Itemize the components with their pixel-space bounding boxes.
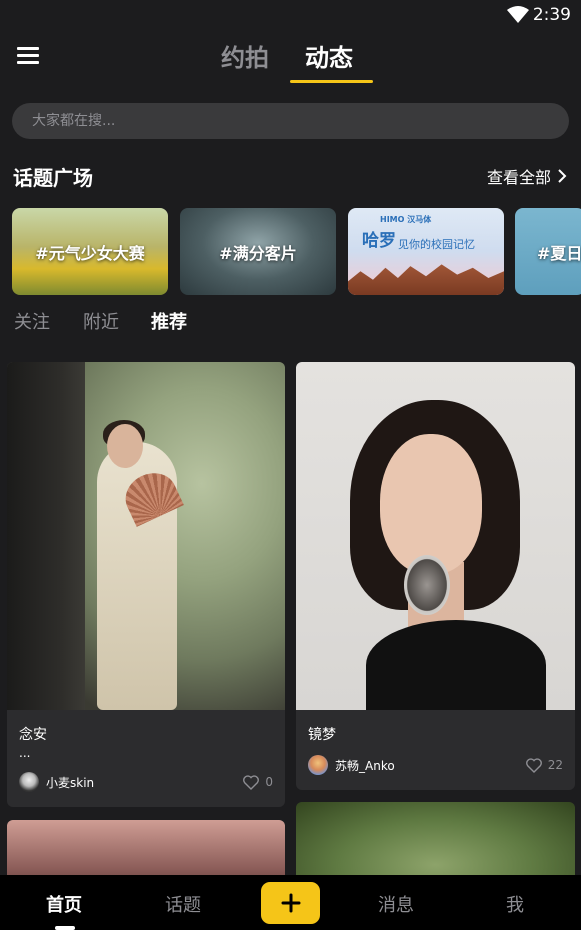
view-all-label: 查看全部 [486,168,551,187]
post-feed: 念安 ... 小麦skin 0 镜梦 苏畅_Anko 22 [0,362,581,875]
search-bar [12,103,569,139]
topic-banner-illustration [348,264,504,295]
author-name[interactable]: 小麦skin [46,774,243,791]
view-all-link[interactable]: 查看全部 [487,164,569,188]
tab-following[interactable]: 关注 [14,308,50,334]
avatar[interactable] [308,755,328,775]
search-input[interactable] [12,103,569,139]
bottom-nav: 首页 话题 消息 我 [0,875,581,930]
topic-banner-subline: 见你的校园记忆 [398,238,475,251]
post-info: 镜梦 [296,710,575,744]
nav-messages[interactable]: 消息 [378,891,414,917]
post-image [296,362,575,710]
topic-label: #元气少女大赛 [35,244,145,263]
tab-recommended[interactable]: 推荐 [151,308,187,334]
post-card[interactable]: 镜梦 苏畅_Anko 22 [296,362,575,790]
post-image [7,820,285,875]
chevron-right-icon [558,169,567,183]
active-tab-indicator [290,80,373,83]
topic-label: #满分客片 [219,244,297,263]
status-time: 2:39 [532,5,571,25]
nav-me[interactable]: 我 [506,891,524,917]
topic-banner-brand: HIMO 汉马体 [380,215,432,224]
post-info: 念安 ... [7,710,285,760]
nav-home[interactable]: 首页 [46,891,82,917]
tab-appointment[interactable]: 约拍 [221,38,269,73]
tab-nearby[interactable]: 附近 [83,308,119,334]
topic-carousel: #元气少女大赛 #满分客片 HIMO 汉马体 哈罗 见你的校园记忆 #夏日 [12,208,581,295]
topic-card[interactable]: #元气少女大赛 [12,208,168,295]
post-description: ... [19,746,31,760]
like-count: 0 [265,775,273,789]
nav-topics[interactable]: 话题 [165,891,201,917]
post-card[interactable] [296,802,575,875]
author-name[interactable]: 苏畅_Anko [335,757,526,774]
active-nav-indicator [55,926,75,930]
wifi-icon [507,6,529,23]
top-tabs: 约拍 动态 [0,36,581,86]
add-post-button[interactable] [261,882,320,924]
plus-icon [281,893,300,913]
post-meta: 小麦skin 0 [19,772,273,792]
heart-icon[interactable] [243,774,260,790]
topic-banner-headline: 哈罗 [362,231,396,251]
topic-card[interactable]: #满分客片 [180,208,336,295]
feed-tabs: 关注 附近 推荐 [0,308,581,338]
post-title: 念安 [19,727,47,743]
avatar[interactable] [19,772,39,792]
post-card[interactable]: 念安 ... 小麦skin 0 [7,362,285,807]
topics-section-title: 话题广场 [13,166,93,190]
topic-label: #夏日 [537,244,581,263]
heart-icon[interactable] [525,757,542,773]
post-image [7,362,285,710]
post-card[interactable] [7,820,285,875]
status-bar: 2:39 [0,0,581,30]
like-count: 22 [547,758,563,772]
post-meta: 苏畅_Anko 22 [308,755,563,775]
post-title: 镜梦 [308,727,336,743]
post-image [296,802,575,875]
topic-card[interactable]: #夏日 [515,208,581,295]
tab-moments[interactable]: 动态 [305,38,353,73]
topic-card[interactable]: HIMO 汉马体 哈罗 见你的校园记忆 [348,208,504,295]
